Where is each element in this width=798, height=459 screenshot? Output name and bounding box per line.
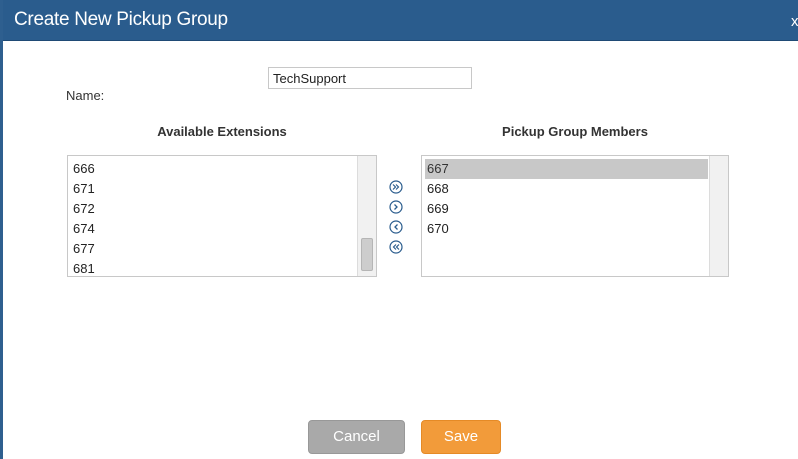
- list-item[interactable]: 674: [71, 219, 356, 239]
- add-selected-icon[interactable]: [389, 200, 403, 214]
- create-pickup-group-dialog: Create New Pickup Group x Name: Availabl…: [0, 0, 798, 459]
- name-input[interactable]: [268, 67, 472, 89]
- list-item[interactable]: 667: [425, 159, 708, 179]
- add-all-icon[interactable]: [389, 180, 403, 194]
- cancel-button[interactable]: Cancel: [308, 420, 405, 454]
- pickup-group-members-heading: Pickup Group Members: [502, 124, 648, 139]
- available-scrollbar[interactable]: [357, 156, 376, 276]
- available-items: 666 671 672 674 677 681: [71, 159, 356, 276]
- remove-selected-icon[interactable]: [389, 220, 403, 234]
- available-extensions-list[interactable]: 666 671 672 674 677 681: [67, 155, 377, 277]
- close-icon[interactable]: x: [791, 13, 798, 30]
- list-item[interactable]: 670: [425, 219, 708, 239]
- list-item[interactable]: 677: [71, 239, 356, 259]
- members-scrollbar[interactable]: [709, 156, 728, 276]
- list-item[interactable]: 668: [425, 179, 708, 199]
- available-scrollbar-thumb[interactable]: [361, 238, 373, 271]
- list-item[interactable]: 681: [71, 259, 356, 276]
- member-items: 667 668 669 670: [425, 159, 708, 239]
- dialog-titlebar: Create New Pickup Group x: [3, 0, 798, 41]
- save-button[interactable]: Save: [421, 420, 501, 454]
- list-item[interactable]: 666: [71, 159, 356, 179]
- remove-all-icon[interactable]: [389, 240, 403, 254]
- list-item[interactable]: 672: [71, 199, 356, 219]
- list-item[interactable]: 671: [71, 179, 356, 199]
- pickup-group-members-list[interactable]: 667 668 669 670: [421, 155, 729, 277]
- list-item[interactable]: 669: [425, 199, 708, 219]
- dialog-title: Create New Pickup Group: [14, 9, 228, 30]
- name-label: Name:: [66, 88, 105, 103]
- available-extensions-heading: Available Extensions: [157, 124, 287, 139]
